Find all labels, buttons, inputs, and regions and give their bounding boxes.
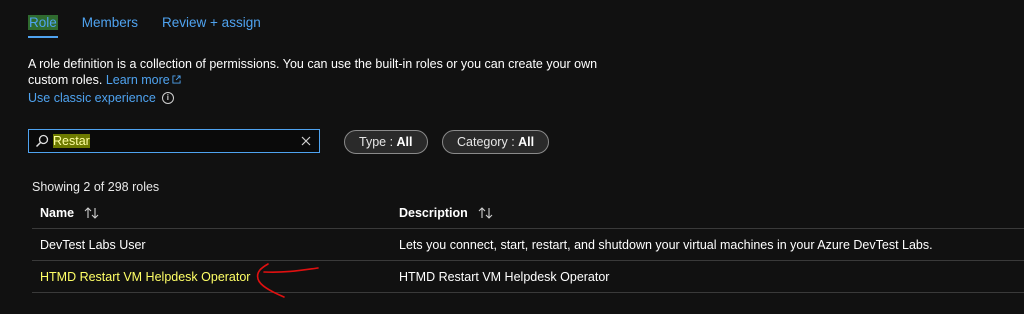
category-filter-label: Category : <box>457 135 519 149</box>
tab-role-label: Role <box>28 15 58 30</box>
category-filter-button[interactable]: Category : All <box>442 130 550 154</box>
classic-experience-row: Use classic experience i <box>28 90 174 106</box>
clear-icon[interactable] <box>301 136 311 146</box>
type-filter-value: All <box>396 135 413 149</box>
type-filter-button[interactable]: Type : All <box>344 130 428 154</box>
role-description: HTMD Restart VM Helpdesk Operator <box>399 269 610 284</box>
table-header: Name Description <box>32 198 1024 229</box>
role-name[interactable]: HTMD Restart VM Helpdesk Operator <box>40 270 250 284</box>
table-row[interactable]: HTMD Restart VM Helpdesk Operator HTMD R… <box>32 261 1024 293</box>
roles-table: Name Description DevTest Labs User Lets … <box>32 198 1024 293</box>
description-column-label: Description <box>399 206 468 220</box>
role-description: Lets you connect, start, restart, and sh… <box>399 237 933 252</box>
page: Role Members Review + assign A role defi… <box>0 0 1024 314</box>
search-box[interactable]: Restar <box>28 129 320 153</box>
search-icon <box>35 134 49 148</box>
results-count: Showing 2 of 298 roles <box>32 180 160 194</box>
tab-bar: Role Members Review + assign <box>28 14 261 38</box>
role-description-text: A role definition is a collection of per… <box>28 56 628 88</box>
external-link-icon <box>172 75 181 84</box>
learn-more-link[interactable]: Learn more <box>106 73 170 87</box>
tab-role[interactable]: Role <box>28 14 58 38</box>
classic-experience-link[interactable]: Use classic experience <box>28 90 156 106</box>
name-column-label: Name <box>40 206 75 220</box>
annotation-arrow-icon <box>256 263 319 298</box>
category-filter-value: All <box>518 135 535 149</box>
tab-review-assign[interactable]: Review + assign <box>162 14 261 38</box>
role-name[interactable]: DevTest Labs User <box>40 238 146 252</box>
search-input-value: Restar <box>53 134 90 148</box>
tab-members[interactable]: Members <box>82 14 138 38</box>
description-column-header[interactable]: Description <box>399 206 494 220</box>
name-column-header[interactable]: Name <box>40 206 100 220</box>
type-filter-label: Type : <box>359 135 397 149</box>
sort-icon <box>84 207 99 219</box>
sort-icon <box>478 207 493 219</box>
search-input[interactable]: Restar <box>53 134 301 148</box>
info-icon[interactable]: i <box>161 92 174 104</box>
table-row[interactable]: DevTest Labs User Lets you connect, star… <box>32 229 1024 261</box>
